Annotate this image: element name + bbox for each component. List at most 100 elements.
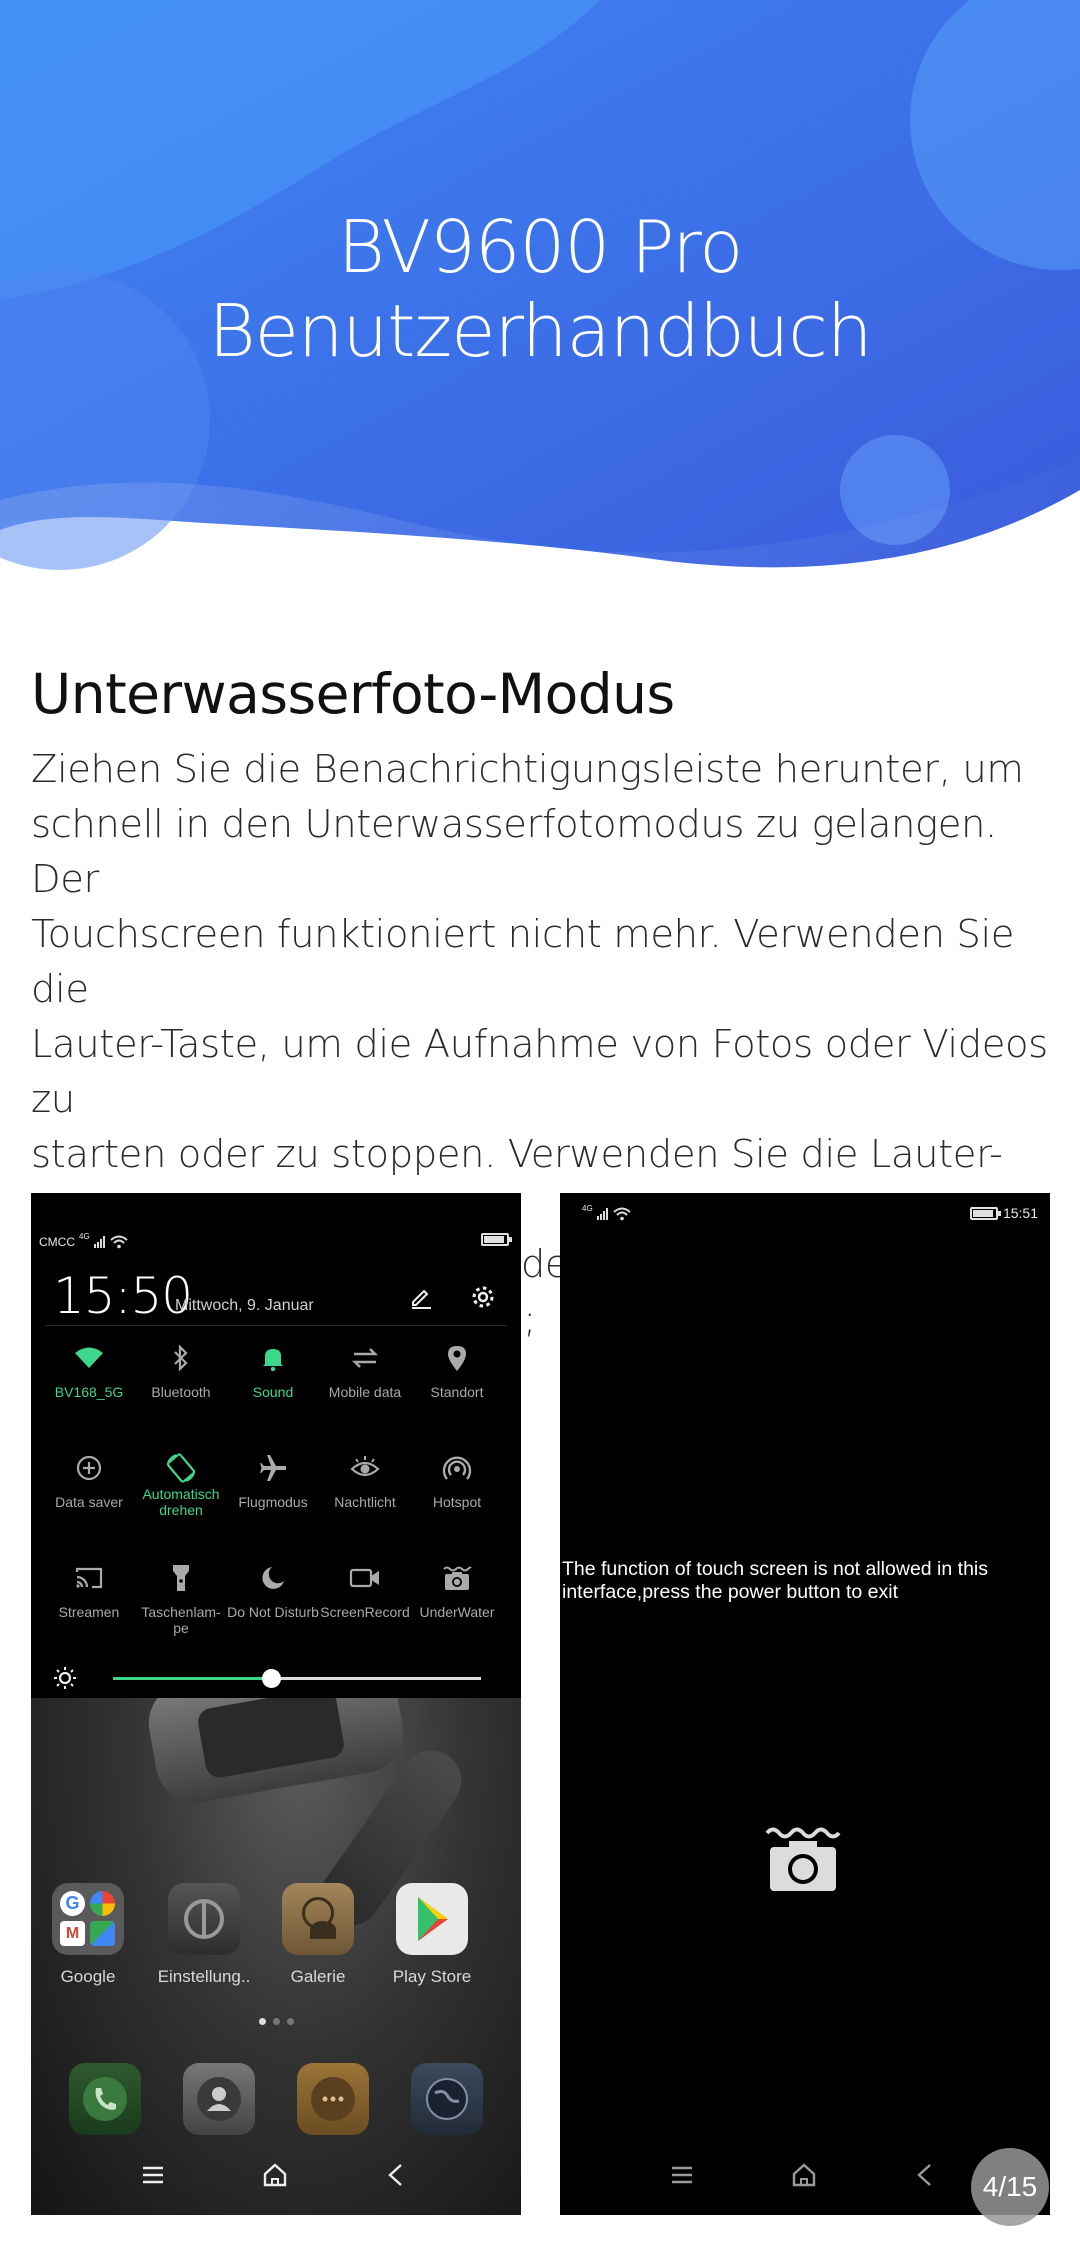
back-icon[interactable]: [915, 2163, 935, 2187]
data-saver-icon: [76, 1455, 102, 1481]
app-play-store[interactable]: Play Store: [377, 1883, 487, 1987]
messages-app-icon[interactable]: [297, 2063, 369, 2135]
wifi-icon: [75, 1347, 103, 1368]
network-type: 4G: [582, 1203, 593, 1213]
google-folder-icon: G M: [52, 1883, 124, 1955]
app-label: Google: [60, 1967, 116, 1986]
tile-label: Automatisch drehen: [142, 1486, 220, 1518]
brightness-thumb[interactable]: [262, 1669, 282, 1688]
tile-label: Standort: [430, 1384, 484, 1400]
message-line: The function of touch screen is not allo…: [562, 1558, 988, 1580]
edit-pencil-icon[interactable]: [409, 1285, 433, 1309]
browser-app-icon[interactable]: [411, 2063, 483, 2135]
tile-label: Data saver: [55, 1494, 123, 1510]
tile-label: Hotspot: [432, 1494, 482, 1510]
app-label: Play Store: [392, 1967, 472, 1986]
battery-icon: [969, 1206, 1001, 1220]
tile-mobile-data[interactable]: Mobile data: [319, 1338, 411, 1400]
tile-airplane[interactable]: Flugmodus: [227, 1448, 319, 1510]
page-dot: [286, 2018, 294, 2025]
play-store-icon: [396, 1883, 468, 1955]
flashlight-icon: [173, 1565, 189, 1591]
app-label: Einstellung..: [157, 1967, 251, 1986]
status-time: 15:51: [1002, 1205, 1038, 1221]
paragraph-line: schnell in den Unterwasserfotomodus zu g…: [31, 802, 997, 902]
navigation-bar: [31, 2145, 521, 2215]
screenshot-underwater-mode: 4G 15:51 The function of touch screen is…: [560, 1193, 1050, 2215]
cast-icon: [75, 1567, 103, 1589]
tile-label: Bluetooth: [151, 1384, 211, 1400]
page-dots: [31, 2018, 521, 2025]
tile-cast[interactable]: Streamen: [43, 1558, 135, 1620]
tile-do-not-disturb[interactable]: Do Not Disturb: [227, 1558, 319, 1620]
page-dot: [258, 2018, 266, 2025]
app-settings[interactable]: Einstellung..: [149, 1883, 259, 1987]
airplane-icon: [260, 1455, 286, 1481]
home-icon[interactable]: [262, 2163, 288, 2187]
data-arrows-icon: [351, 1348, 379, 1368]
hotspot-icon: [442, 1456, 472, 1480]
carrier-name: CMCC: [39, 1235, 75, 1249]
tile-wifi[interactable]: BV168_5G: [43, 1338, 135, 1400]
tile-underwater[interactable]: UnderWater: [411, 1558, 503, 1620]
tile-label: ScreenRecord: [320, 1604, 410, 1620]
brightness-track[interactable]: [113, 1669, 481, 1688]
paragraph-line: Lauter-Taste, um die Aufnahme von Fotos …: [31, 1022, 1048, 1122]
signal-icon: [596, 1208, 608, 1220]
tile-screen-record[interactable]: ScreenRecord: [319, 1558, 411, 1620]
qs-header: 15:50 Mittwoch, 9. Januar: [53, 1267, 501, 1327]
wifi-status-icon: [110, 1235, 128, 1249]
app-gallery[interactable]: Galerie: [263, 1883, 373, 1987]
page-indicator: 4/15: [971, 2148, 1049, 2226]
underwater-camera-icon: [765, 1827, 841, 1891]
app-google[interactable]: G M Google: [33, 1883, 143, 1987]
video-camera-icon: [349, 1568, 379, 1588]
contacts-app-icon[interactable]: [183, 2063, 255, 2135]
home-screen: G M Google Einstellung.. Galerie Play St…: [31, 1698, 521, 2215]
tile-label: Nachtlicht: [334, 1494, 396, 1510]
tile-label: Do Not Disturb: [227, 1604, 319, 1620]
tile-location[interactable]: Standort: [411, 1338, 503, 1400]
location-icon: [448, 1346, 466, 1371]
tile-label: Mobile data: [328, 1384, 402, 1400]
header-banner: BV9600 Pro Benutzerhandbuch: [0, 0, 1080, 600]
wifi-status-icon: [613, 1207, 631, 1221]
tile-bluetooth[interactable]: Bluetooth: [135, 1338, 227, 1400]
tile-label: Flugmodus: [238, 1494, 308, 1510]
screenshot-quick-settings: CMCC 4G 15:50 Mittwoch, 9. Januar BV168_…: [31, 1193, 521, 2215]
message-line: interface,press the power button to exit: [562, 1581, 899, 1603]
rotate-icon: [166, 1453, 196, 1483]
app-label: Galerie: [290, 1967, 346, 1986]
qs-divider: [46, 1325, 506, 1326]
tile-data-saver[interactable]: Data saver: [43, 1448, 135, 1510]
page-dot: [272, 2018, 280, 2025]
settings-gear-icon[interactable]: [471, 1285, 495, 1309]
bluetooth-icon: [174, 1344, 188, 1372]
clock: 15:50: [53, 1267, 193, 1325]
moon-icon: [262, 1567, 284, 1589]
status-bar: 4G 15:51: [568, 1203, 1038, 1229]
battery-icon: [481, 1233, 512, 1246]
tile-hotspot[interactable]: Hotspot: [411, 1448, 503, 1510]
signal-icon: [93, 1236, 105, 1248]
paragraph-line: Touchscreen funktioniert nicht mehr. Ver…: [31, 912, 1015, 1012]
brightness-slider[interactable]: [53, 1663, 481, 1693]
gallery-app-icon: [282, 1883, 354, 1955]
home-icon[interactable]: [791, 2163, 817, 2187]
menu-icon[interactable]: [670, 2163, 694, 2187]
network-type: 4G: [79, 1231, 90, 1241]
underwater-camera-icon: [443, 1566, 472, 1590]
brightness-fill: [113, 1677, 272, 1680]
tile-label: UnderWater: [419, 1604, 495, 1620]
touch-disabled-message: The function of touch screen is not allo…: [562, 1558, 1042, 1604]
tile-flashlight[interactable]: Taschenlam-pe: [135, 1558, 227, 1636]
tile-sound[interactable]: Sound: [227, 1338, 319, 1400]
tile-label: Sound: [252, 1384, 294, 1400]
phone-app-icon[interactable]: [69, 2063, 141, 2135]
section-title: Unterwasserfoto-Modus: [31, 662, 675, 726]
tile-auto-rotate[interactable]: Automatisch drehen: [135, 1448, 227, 1518]
menu-icon[interactable]: [141, 2163, 165, 2187]
eye-icon: [350, 1456, 380, 1477]
back-icon[interactable]: [386, 2163, 406, 2187]
tile-night-light[interactable]: Nachtlicht: [319, 1448, 411, 1510]
